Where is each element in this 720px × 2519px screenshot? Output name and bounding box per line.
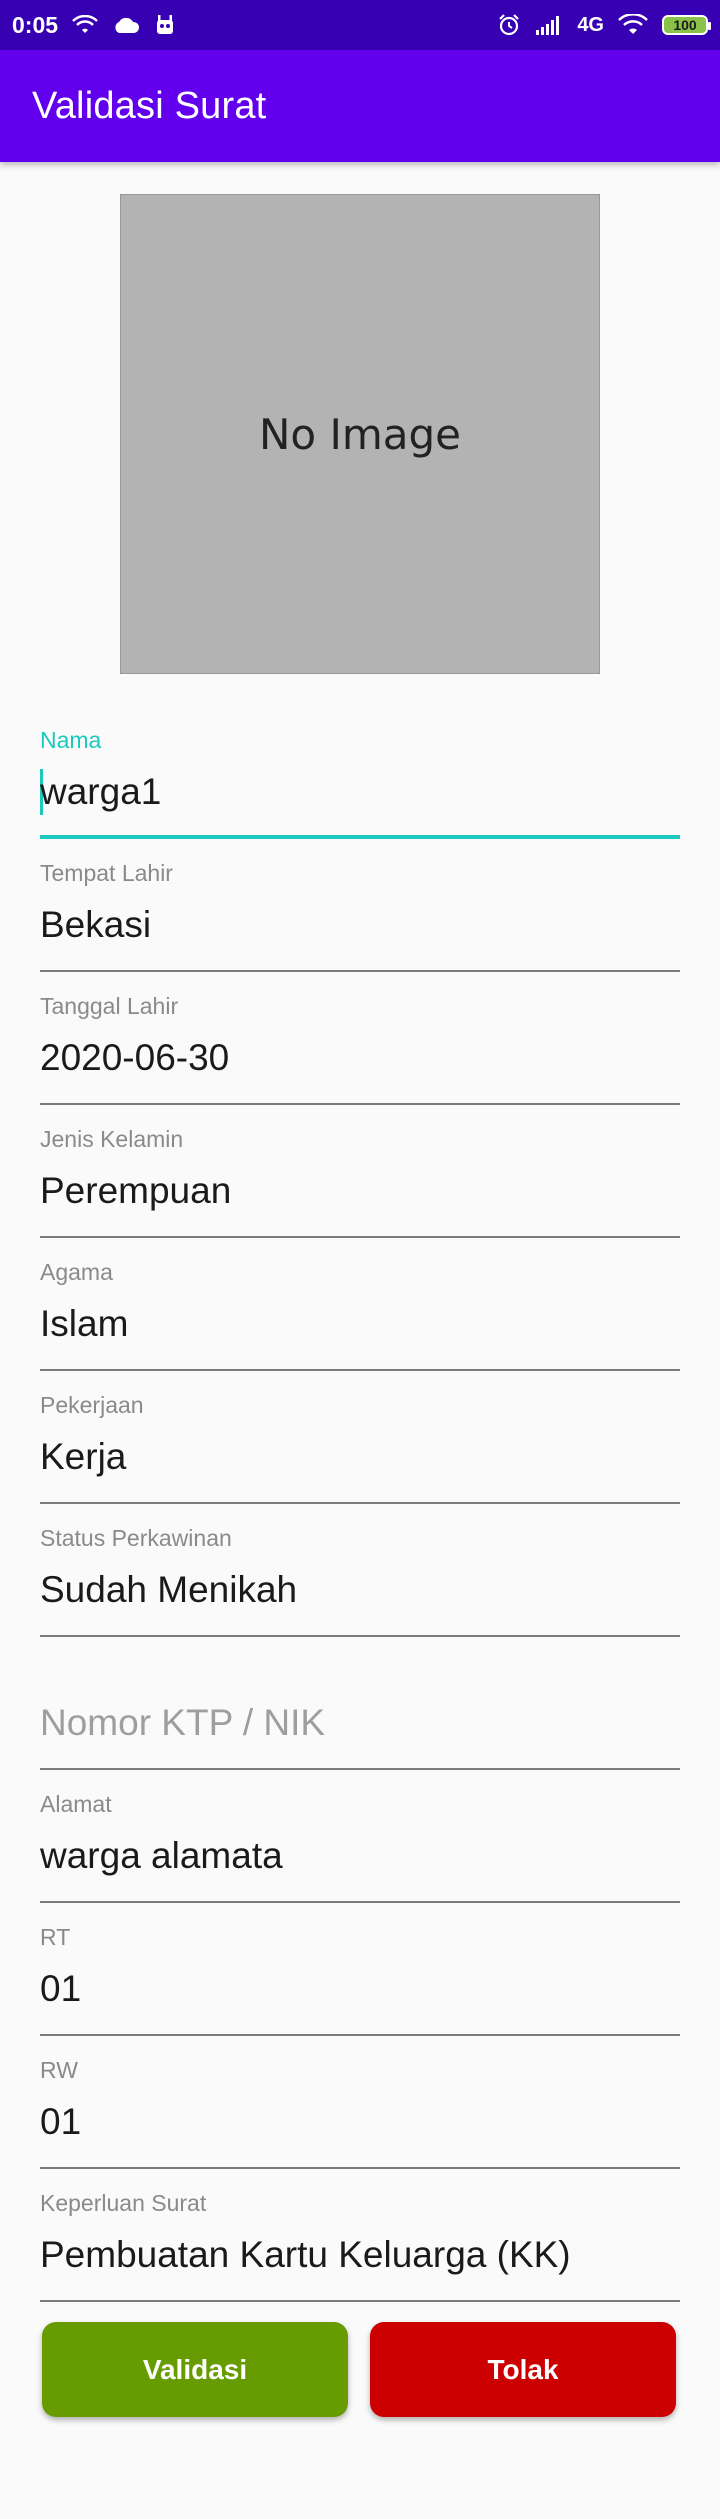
occupation-field[interactable]: Pekerjaan Kerja <box>40 1392 680 1525</box>
field-label: Tanggal Lahir <box>40 993 179 1019</box>
nik-field[interactable]: Nomor KTP / NIK <box>40 1658 680 1791</box>
field-value: 01 <box>40 1968 82 2009</box>
letter-purpose-field[interactable]: Keperluan Surat Pembuatan Kartu Keluarga… <box>40 2190 680 2323</box>
field-underline <box>40 2167 680 2169</box>
status-bar: 0:05 4G 100 <box>0 0 720 50</box>
field-label: Alamat <box>40 1791 112 1817</box>
rt-field[interactable]: RT 01 <box>40 1924 680 2057</box>
field-value: Sudah Menikah <box>40 1569 298 1610</box>
field-underline <box>40 2034 680 2036</box>
network-type: 4G <box>577 13 604 36</box>
field-value: warga1 <box>40 771 162 812</box>
address-field[interactable]: Alamat warga alamata <box>40 1791 680 1924</box>
field-label: RW <box>40 2057 78 2083</box>
field-value: Pembuatan Kartu Keluarga (KK) <box>40 2234 571 2275</box>
field-label: Pekerjaan <box>40 1392 144 1418</box>
field-underline <box>40 1236 680 1238</box>
app-bar: Validasi Surat <box>0 50 720 162</box>
photo-placeholder-text: No Image <box>258 409 461 459</box>
reject-button[interactable]: Tolak <box>370 2322 676 2417</box>
battery-icon: 100 <box>662 15 711 35</box>
field-underline <box>40 1901 680 1903</box>
field-value: Perempuan <box>40 1170 232 1211</box>
field-underline <box>40 970 680 972</box>
field-underline <box>40 1768 680 1770</box>
wifi-icon <box>618 14 648 36</box>
field-placeholder: Nomor KTP / NIK <box>40 1702 326 1743</box>
field-value: 01 <box>40 2101 82 2142</box>
field-value: Islam <box>40 1303 129 1344</box>
field-label: RT <box>40 1924 71 1950</box>
field-value: 2020-06-30 <box>40 1037 230 1078</box>
field-underline <box>40 835 680 839</box>
field-underline <box>40 1103 680 1105</box>
birthdate-field[interactable]: Tanggal Lahir 2020-06-30 <box>40 993 680 1126</box>
field-label: Tempat Lahir <box>40 860 173 886</box>
field-label: Nama <box>40 727 102 753</box>
field-value: Bekasi <box>40 904 152 945</box>
field-label: Jenis Kelamin <box>40 1126 184 1152</box>
field-value: warga alamata <box>40 1835 283 1876</box>
field-label: Status Perkawinan <box>40 1525 232 1551</box>
alarm-icon <box>497 13 521 37</box>
field-label: Keperluan Surat <box>40 2190 207 2216</box>
name-field[interactable]: Nama warga1 <box>40 727 680 860</box>
status-time: 0:05 <box>12 11 59 38</box>
robot-icon <box>154 14 176 36</box>
field-underline <box>40 1635 680 1637</box>
religion-field[interactable]: Agama Islam <box>40 1259 680 1392</box>
signal-icon <box>535 15 563 35</box>
field-underline <box>40 1502 680 1504</box>
field-label: Agama <box>40 1259 113 1285</box>
cloud-icon <box>112 16 140 34</box>
field-value: Kerja <box>40 1436 127 1477</box>
field-underline <box>40 1369 680 1371</box>
wifi-icon <box>72 15 98 35</box>
photo-preview[interactable]: No Image <box>120 194 600 674</box>
page-title: Validasi Surat <box>32 84 267 127</box>
marital-status-field[interactable]: Status Perkawinan Sudah Menikah <box>40 1525 680 1658</box>
birthplace-field[interactable]: Tempat Lahir Bekasi <box>40 860 680 993</box>
rw-field[interactable]: RW 01 <box>40 2057 680 2190</box>
validate-button[interactable]: Validasi <box>42 2322 348 2417</box>
field-underline <box>40 2300 680 2302</box>
gender-field[interactable]: Jenis Kelamin Perempuan <box>40 1126 680 1259</box>
